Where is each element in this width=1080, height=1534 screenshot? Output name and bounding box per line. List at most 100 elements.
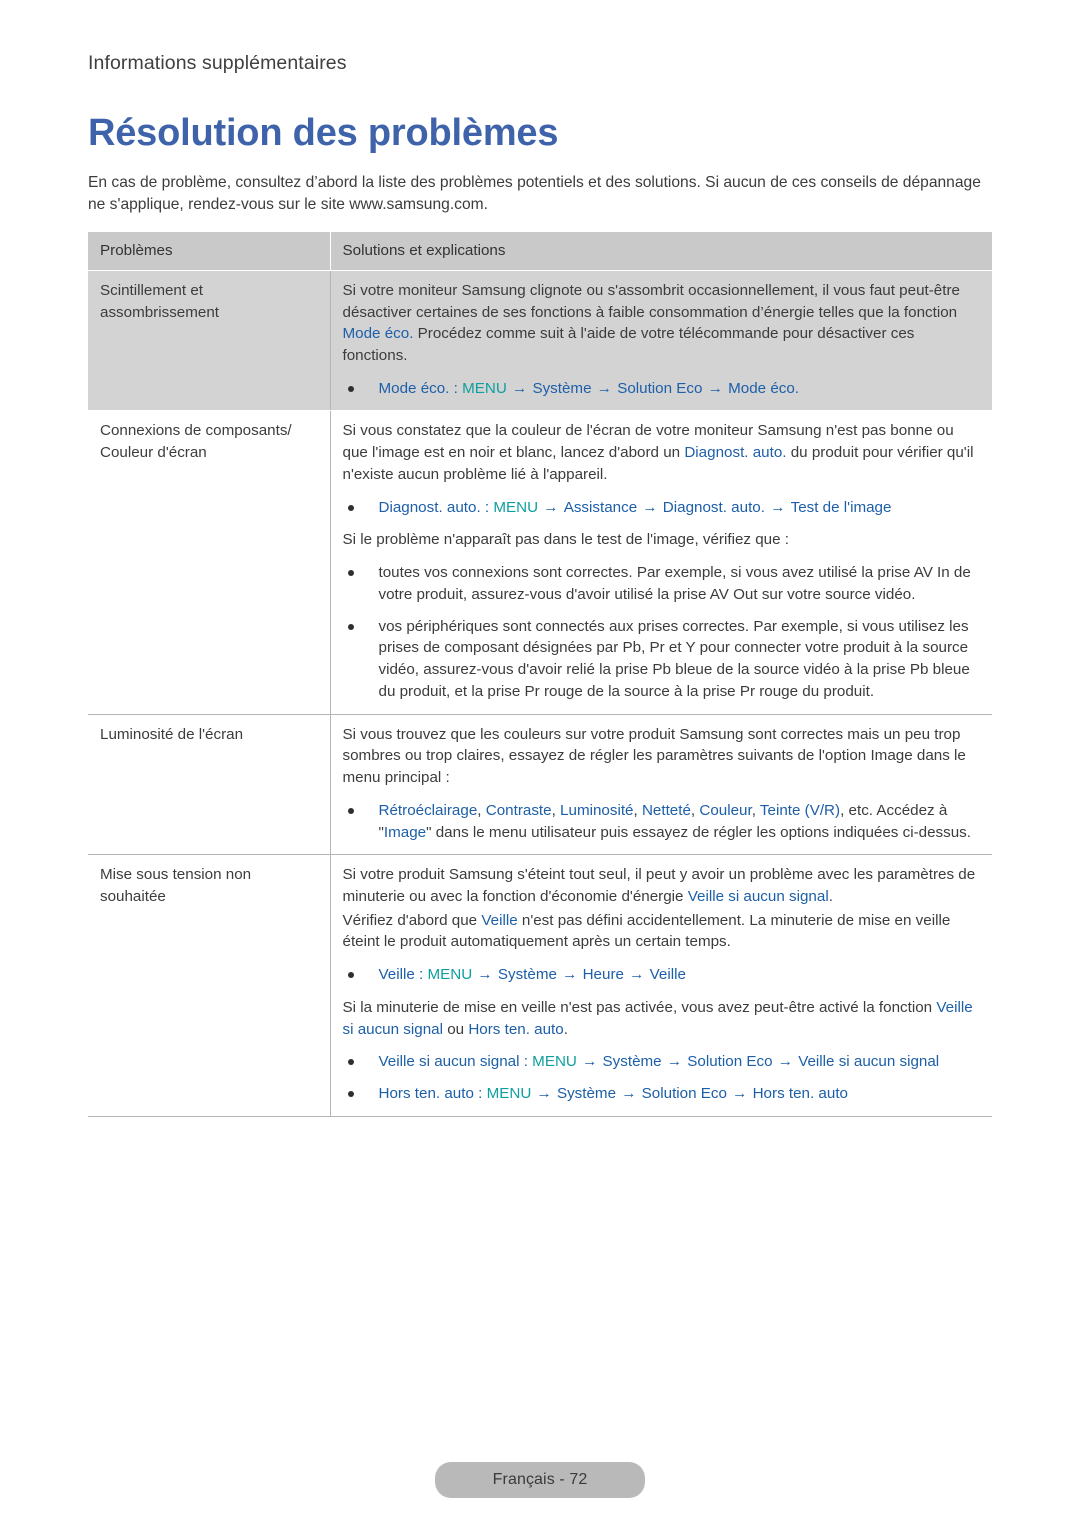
body-text-run: Vérifiez d'abord que xyxy=(342,911,482,929)
list-item: Veille si aucun signal : MENU → Système … xyxy=(343,1051,981,1073)
setting-keyword: Solution Eco xyxy=(617,379,703,397)
list-item: Hors ten. auto : MENU → Système → Soluti… xyxy=(343,1083,981,1105)
body-text-run: Si le problème n'apparaît pas dans le te… xyxy=(342,531,790,549)
path-arrow-icon: → xyxy=(592,379,617,397)
table-row: Mise sous tension non souhaitée Si votre … xyxy=(88,854,992,1117)
setting-keyword: Couleur xyxy=(699,801,752,819)
setting-keyword: : xyxy=(480,498,494,516)
path-arrow-icon: → xyxy=(577,1053,602,1071)
menu-keyword: MENU xyxy=(427,966,473,984)
list-item: Rétroéclairage, Contraste, Luminosité, N… xyxy=(343,800,981,843)
setting-keyword: Mode éco. xyxy=(342,325,414,343)
solution-paragraph: Si votre moniteur Samsung clignote ou s'… xyxy=(343,280,981,367)
path-arrow-icon: → xyxy=(507,379,532,397)
setting-keyword: Mode éco. xyxy=(378,379,450,397)
troubleshooting-table: Problèmes Solutions et explications Scin… xyxy=(88,232,992,1117)
body-text-run: " dans le menu utilisateur puis essayez … xyxy=(426,823,971,841)
body-text-run: vos périphériques sont connectés aux pri… xyxy=(378,617,970,700)
setting-keyword: Diagnost. auto. xyxy=(662,498,765,516)
page-number-badge: Français - 72 xyxy=(434,1462,646,1498)
running-head: Informations supplémentaires xyxy=(88,52,347,74)
document-page: Informations supplémentaires Résolution … xyxy=(0,0,1080,1534)
body-text-run: , xyxy=(633,801,642,819)
table-row: Connexions de composants/ Couleur d'écra… xyxy=(88,410,992,715)
setting-keyword: Diagnost. auto. xyxy=(378,498,481,516)
problem-cell: Scintillement et assombrissement xyxy=(88,270,331,412)
path-arrow-icon: → xyxy=(765,498,790,516)
solution-bullet-list: Rétroéclairage, Contraste, Luminosité, N… xyxy=(343,800,981,843)
setting-keyword: : xyxy=(414,966,428,984)
body-text-run: Si votre produit Samsung s'éteint tout s… xyxy=(342,866,976,905)
path-arrow-icon: → xyxy=(638,498,662,516)
solution-paragraph: Si le problème n'apparaît pas dans le te… xyxy=(343,529,981,551)
setting-keyword: Contraste xyxy=(485,801,552,819)
path-arrow-icon: → xyxy=(703,379,728,397)
body-text-run: . xyxy=(828,887,833,905)
path-arrow-icon: → xyxy=(473,966,497,984)
solution-bullet-list: Veille : MENU → Système → Heure → Veille xyxy=(343,964,981,986)
setting-keyword: Rétroéclairage xyxy=(378,801,478,819)
body-text-run: ou xyxy=(442,1020,469,1038)
setting-keyword: Système xyxy=(602,1053,662,1071)
setting-keyword: Heure xyxy=(582,966,624,984)
solution-paragraph: Si vous trouvez que les couleurs sur vot… xyxy=(343,724,981,789)
solution-paragraph: Vérifiez d'abord que Veille n'est pas dé… xyxy=(343,910,981,953)
setting-keyword: Teinte (V/R) xyxy=(759,801,841,819)
setting-keyword: Hors ten. auto xyxy=(468,1020,564,1038)
setting-keyword: Veille xyxy=(649,966,686,984)
setting-keyword: Système xyxy=(532,379,592,397)
body-text-run: toutes vos connexions sont correctes. Pa… xyxy=(378,564,971,603)
column-header-solutions: Solutions et explications xyxy=(330,232,992,271)
list-item: Diagnost. auto. : MENU → Assistance → Di… xyxy=(343,497,981,519)
solution-cell: Si vous trouvez que les couleurs sur vot… xyxy=(330,714,992,856)
path-arrow-icon: → xyxy=(617,1085,641,1103)
problem-cell: Connexions de composants/ Couleur d'écra… xyxy=(88,410,331,715)
column-header-problems: Problèmes xyxy=(88,232,331,271)
solution-paragraph: Si votre produit Samsung s'éteint tout s… xyxy=(343,864,981,907)
setting-keyword: Solution Eco xyxy=(641,1085,727,1103)
list-item: Veille : MENU → Système → Heure → Veille xyxy=(343,964,981,986)
solution-cell: Si votre produit Samsung s'éteint tout s… xyxy=(330,854,992,1117)
solution-paragraph: Si vous constatez que la couleur de l'éc… xyxy=(343,420,981,485)
setting-keyword: : xyxy=(473,1085,487,1103)
setting-keyword: : xyxy=(519,1053,533,1071)
setting-keyword: Solution Eco xyxy=(687,1053,773,1071)
intro-paragraph: En cas de problème, consultez d’abord la… xyxy=(88,173,981,213)
page-footer: Français - 72 xyxy=(0,1462,1080,1498)
solution-bullet-list: Diagnost. auto. : MENU → Assistance → Di… xyxy=(343,497,981,519)
setting-keyword: Système xyxy=(556,1085,617,1103)
setting-keyword: : xyxy=(449,379,463,397)
setting-keyword: Luminosité xyxy=(560,801,634,819)
path-arrow-icon: → xyxy=(557,966,582,984)
body-text-run: . xyxy=(563,1020,568,1038)
menu-keyword: MENU xyxy=(532,1053,577,1071)
setting-keyword: Image xyxy=(383,823,427,841)
problem-cell: Luminosité de l'écran xyxy=(88,714,331,856)
body-text-run: , xyxy=(477,801,486,819)
table-row: Luminosité de l'écran Si vous trouvez que… xyxy=(88,714,992,856)
table-header-row: Problèmes Solutions et explications xyxy=(88,232,992,271)
path-arrow-icon: → xyxy=(773,1053,798,1071)
setting-keyword: Veille si aucun signal xyxy=(687,887,829,905)
solution-paragraph: Si la minuterie de mise en veille n'est … xyxy=(343,997,981,1040)
setting-keyword: Mode éco. xyxy=(728,379,800,397)
setting-keyword: Diagnost. auto. xyxy=(684,444,787,462)
menu-keyword: MENU xyxy=(486,1085,532,1103)
setting-keyword: Hors ten. auto xyxy=(378,1085,474,1103)
path-arrow-icon: → xyxy=(539,498,563,516)
list-item: toutes vos connexions sont correctes. Pa… xyxy=(343,562,981,605)
body-text-run: Si votre moniteur Samsung clignote ou s'… xyxy=(342,281,960,321)
path-arrow-icon: → xyxy=(662,1053,687,1071)
solution-cell: Si vous constatez que la couleur de l'éc… xyxy=(330,410,992,715)
problem-cell: Mise sous tension non souhaitée xyxy=(88,854,331,1117)
page-title: Résolution des problèmes xyxy=(88,112,559,154)
path-arrow-icon: → xyxy=(624,966,649,984)
menu-keyword: MENU xyxy=(462,379,507,397)
setting-keyword: Veille xyxy=(378,966,415,984)
table-header: Problèmes Solutions et explications xyxy=(88,232,992,271)
path-arrow-icon: → xyxy=(727,1085,752,1103)
setting-keyword: Hors ten. auto xyxy=(752,1085,848,1103)
solution-bullet-list: toutes vos connexions sont correctes. Pa… xyxy=(343,562,981,702)
body-text-run: , xyxy=(551,801,561,819)
setting-keyword: Système xyxy=(497,966,557,984)
